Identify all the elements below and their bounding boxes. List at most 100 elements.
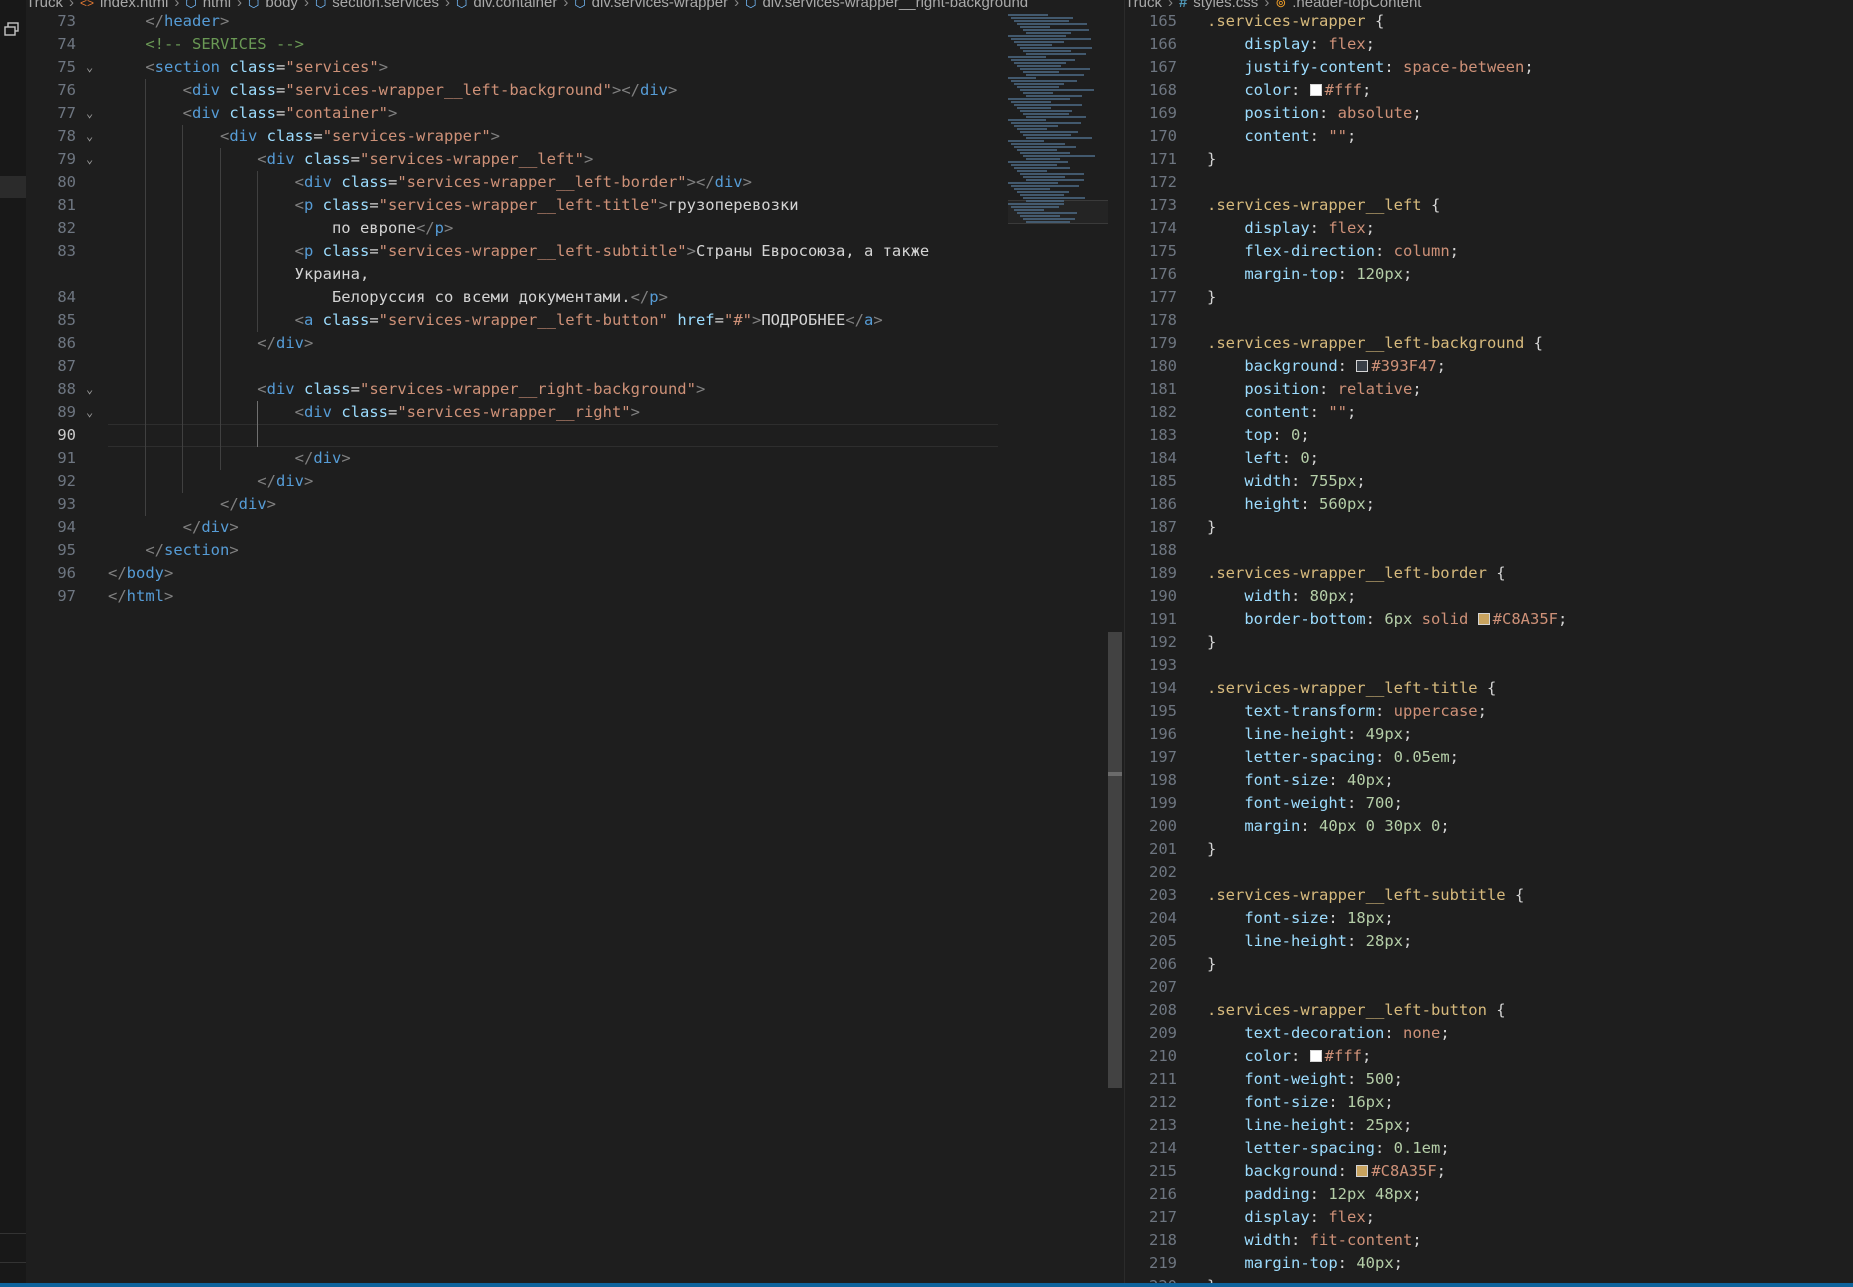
breadcrumb-item[interactable]: ⬡ div.services-wrapper__right-background	[745, 0, 1028, 10]
code-line[interactable]: 174 display: flex;	[1125, 217, 1853, 240]
breadcrumb-item[interactable]: ⊚ .header-topContent	[1275, 0, 1421, 10]
code-line[interactable]: 193	[1125, 654, 1853, 677]
code-line[interactable]: 86 </div>	[26, 332, 1124, 355]
code-line[interactable]: 78 ⌄ <div class="services-wrapper">	[26, 125, 1124, 148]
code-line[interactable]: Украина,	[26, 263, 1124, 286]
code-line[interactable]: 73 </header>	[26, 10, 1124, 33]
code-line[interactable]: 74 <!-- SERVICES -->	[26, 33, 1124, 56]
code-line[interactable]: 168 color: #fff;	[1125, 79, 1853, 102]
chevron-down-icon[interactable]: ⌄	[86, 102, 93, 125]
code-line[interactable]: 184 left: 0;	[1125, 447, 1853, 470]
code-line[interactable]: 85 <a class="services-wrapper__left-butt…	[26, 309, 1124, 332]
color-swatch[interactable]	[1309, 1050, 1322, 1062]
code-line[interactable]: 214 letter-spacing: 0.1em;	[1125, 1137, 1853, 1160]
code-line[interactable]: 94 </div>	[26, 516, 1124, 539]
html-editor[interactable]: Truck › <> index.html › ⬡ html › ⬡ body › ⬡ section.…	[26, 0, 1124, 1287]
code-line[interactable]: 170 content: "";	[1125, 125, 1853, 148]
code-line[interactable]: 202	[1125, 861, 1853, 884]
code-line[interactable]: 188	[1125, 539, 1853, 562]
chevron-down-icon[interactable]: ⌄	[86, 401, 93, 424]
scrollbar-thumb[interactable]	[1108, 632, 1122, 1088]
color-swatch[interactable]	[1356, 1165, 1369, 1177]
color-swatch[interactable]	[1477, 613, 1490, 625]
color-swatch[interactable]	[1309, 84, 1322, 96]
code-line[interactable]: 95 </section>	[26, 539, 1124, 562]
code-line[interactable]: 194 .services-wrapper__left-title {	[1125, 677, 1853, 700]
code-line[interactable]: 87	[26, 355, 1124, 378]
chevron-down-icon[interactable]: ⌄	[86, 378, 93, 401]
code-line[interactable]: 167 justify-content: space-between;	[1125, 56, 1853, 79]
breadcrumb-item[interactable]: Truck	[1125, 0, 1162, 10]
code-line[interactable]: 77 ⌄ <div class="container">	[26, 102, 1124, 125]
code-line[interactable]: 219 margin-top: 40px;	[1125, 1252, 1853, 1275]
code-line[interactable]: 215 background: #C8A35F;	[1125, 1160, 1853, 1183]
code-line[interactable]: 206}	[1125, 953, 1853, 976]
breadcrumb-item[interactable]: ⬡ body	[248, 0, 298, 10]
code-line[interactable]: 88 ⌄ <div class="services-wrapper__right-…	[26, 378, 1124, 401]
chevron-down-icon[interactable]: ⌄	[86, 148, 93, 171]
css-breadcrumb[interactable]: Truck › # styles.css › ⊚ .header-topContent	[1125, 0, 1853, 10]
code-line[interactable]: 198 font-size: 40px;	[1125, 769, 1853, 792]
minimap[interactable]	[1008, 14, 1108, 224]
code-line[interactable]: 180 background: #393F47;	[1125, 355, 1853, 378]
code-line[interactable]: 213 line-height: 25px;	[1125, 1114, 1853, 1137]
code-line[interactable]: 178	[1125, 309, 1853, 332]
code-line[interactable]: 175 flex-direction: column;	[1125, 240, 1853, 263]
code-line[interactable]: 97 </html>	[26, 585, 1124, 608]
code-line[interactable]: 173 .services-wrapper__left {	[1125, 194, 1853, 217]
code-line[interactable]: 186 height: 560px;	[1125, 493, 1853, 516]
code-line[interactable]: 205 line-height: 28px;	[1125, 930, 1853, 953]
code-line[interactable]: 91 </div>	[26, 447, 1124, 470]
code-line[interactable]: 96 </body>	[26, 562, 1124, 585]
activity-bar-active-marker[interactable]	[0, 176, 26, 198]
code-line[interactable]: 208 .services-wrapper__left-button {	[1125, 999, 1853, 1022]
code-line[interactable]: 75 ⌄ <section class="services">	[26, 56, 1124, 79]
code-line[interactable]: 90	[26, 424, 1124, 447]
code-line[interactable]: 92 </div>	[26, 470, 1124, 493]
code-line[interactable]: 80 <div class="services-wrapper__left-bo…	[26, 171, 1124, 194]
code-line[interactable]: 211 font-weight: 500;	[1125, 1068, 1853, 1091]
css-editor[interactable]: Truck › # styles.css › ⊚ .header-topContent 16…	[1124, 0, 1853, 1287]
chevron-down-icon[interactable]: ⌄	[86, 125, 93, 148]
breadcrumb-item[interactable]: <> index.html	[80, 0, 168, 10]
code-line[interactable]: 200 margin: 40px 0 30px 0;	[1125, 815, 1853, 838]
code-line[interactable]: 199 font-weight: 700;	[1125, 792, 1853, 815]
code-line[interactable]: 204 font-size: 18px;	[1125, 907, 1853, 930]
code-line[interactable]: 179 .services-wrapper__left-background {	[1125, 332, 1853, 355]
code-line[interactable]: 189 .services-wrapper__left-border {	[1125, 562, 1853, 585]
breadcrumb-item[interactable]: ⬡ html	[185, 0, 231, 10]
code-line[interactable]: 190 width: 80px;	[1125, 585, 1853, 608]
code-line[interactable]: 218 width: fit-content;	[1125, 1229, 1853, 1252]
code-line[interactable]: 171}	[1125, 148, 1853, 171]
code-line[interactable]: 196 line-height: 49px;	[1125, 723, 1853, 746]
code-line[interactable]: 192}	[1125, 631, 1853, 654]
code-line[interactable]: 89 ⌄ <div class="services-wrapper__right"…	[26, 401, 1124, 424]
code-line[interactable]: 217 display: flex;	[1125, 1206, 1853, 1229]
code-line[interactable]: 177}	[1125, 286, 1853, 309]
code-line[interactable]: 84 Белоруссия со всеми документами.</p>	[26, 286, 1124, 309]
code-line[interactable]: 185 width: 755px;	[1125, 470, 1853, 493]
code-line[interactable]: 207	[1125, 976, 1853, 999]
breadcrumb-item[interactable]: # styles.css	[1179, 0, 1258, 10]
code-line[interactable]: 181 position: relative;	[1125, 378, 1853, 401]
html-breadcrumb[interactable]: Truck › <> index.html › ⬡ html › ⬡ body › ⬡ section.…	[26, 0, 1124, 10]
code-line[interactable]: 187}	[1125, 516, 1853, 539]
code-line[interactable]: 165 .services-wrapper {	[1125, 10, 1853, 33]
code-line[interactable]: 191 border-bottom: 6px solid #C8A35F;	[1125, 608, 1853, 631]
code-line[interactable]: 81 <p class="services-wrapper__left-titl…	[26, 194, 1124, 217]
code-line[interactable]: 195 text-transform: uppercase;	[1125, 700, 1853, 723]
breadcrumb-item[interactable]: Truck	[26, 0, 63, 10]
code-line[interactable]: 76 <div class="services-wrapper__left-ba…	[26, 79, 1124, 102]
code-line[interactable]: 183 top: 0;	[1125, 424, 1853, 447]
code-line[interactable]: 203 .services-wrapper__left-subtitle {	[1125, 884, 1853, 907]
breadcrumb-item[interactable]: ⬡ div.services-wrapper	[574, 0, 728, 10]
code-line[interactable]: 201}	[1125, 838, 1853, 861]
html-vertical-scrollbar[interactable]	[1108, 0, 1122, 1287]
code-line[interactable]: 169 position: absolute;	[1125, 102, 1853, 125]
code-line[interactable]: 82 по европе</p>	[26, 217, 1124, 240]
code-line[interactable]: 212 font-size: 16px;	[1125, 1091, 1853, 1114]
copy-window-icon[interactable]	[4, 22, 20, 36]
code-line[interactable]: 216 padding: 12px 48px;	[1125, 1183, 1853, 1206]
code-line[interactable]: 93 </div>	[26, 493, 1124, 516]
code-line[interactable]: 83 <p class="services-wrapper__left-subt…	[26, 240, 1124, 263]
